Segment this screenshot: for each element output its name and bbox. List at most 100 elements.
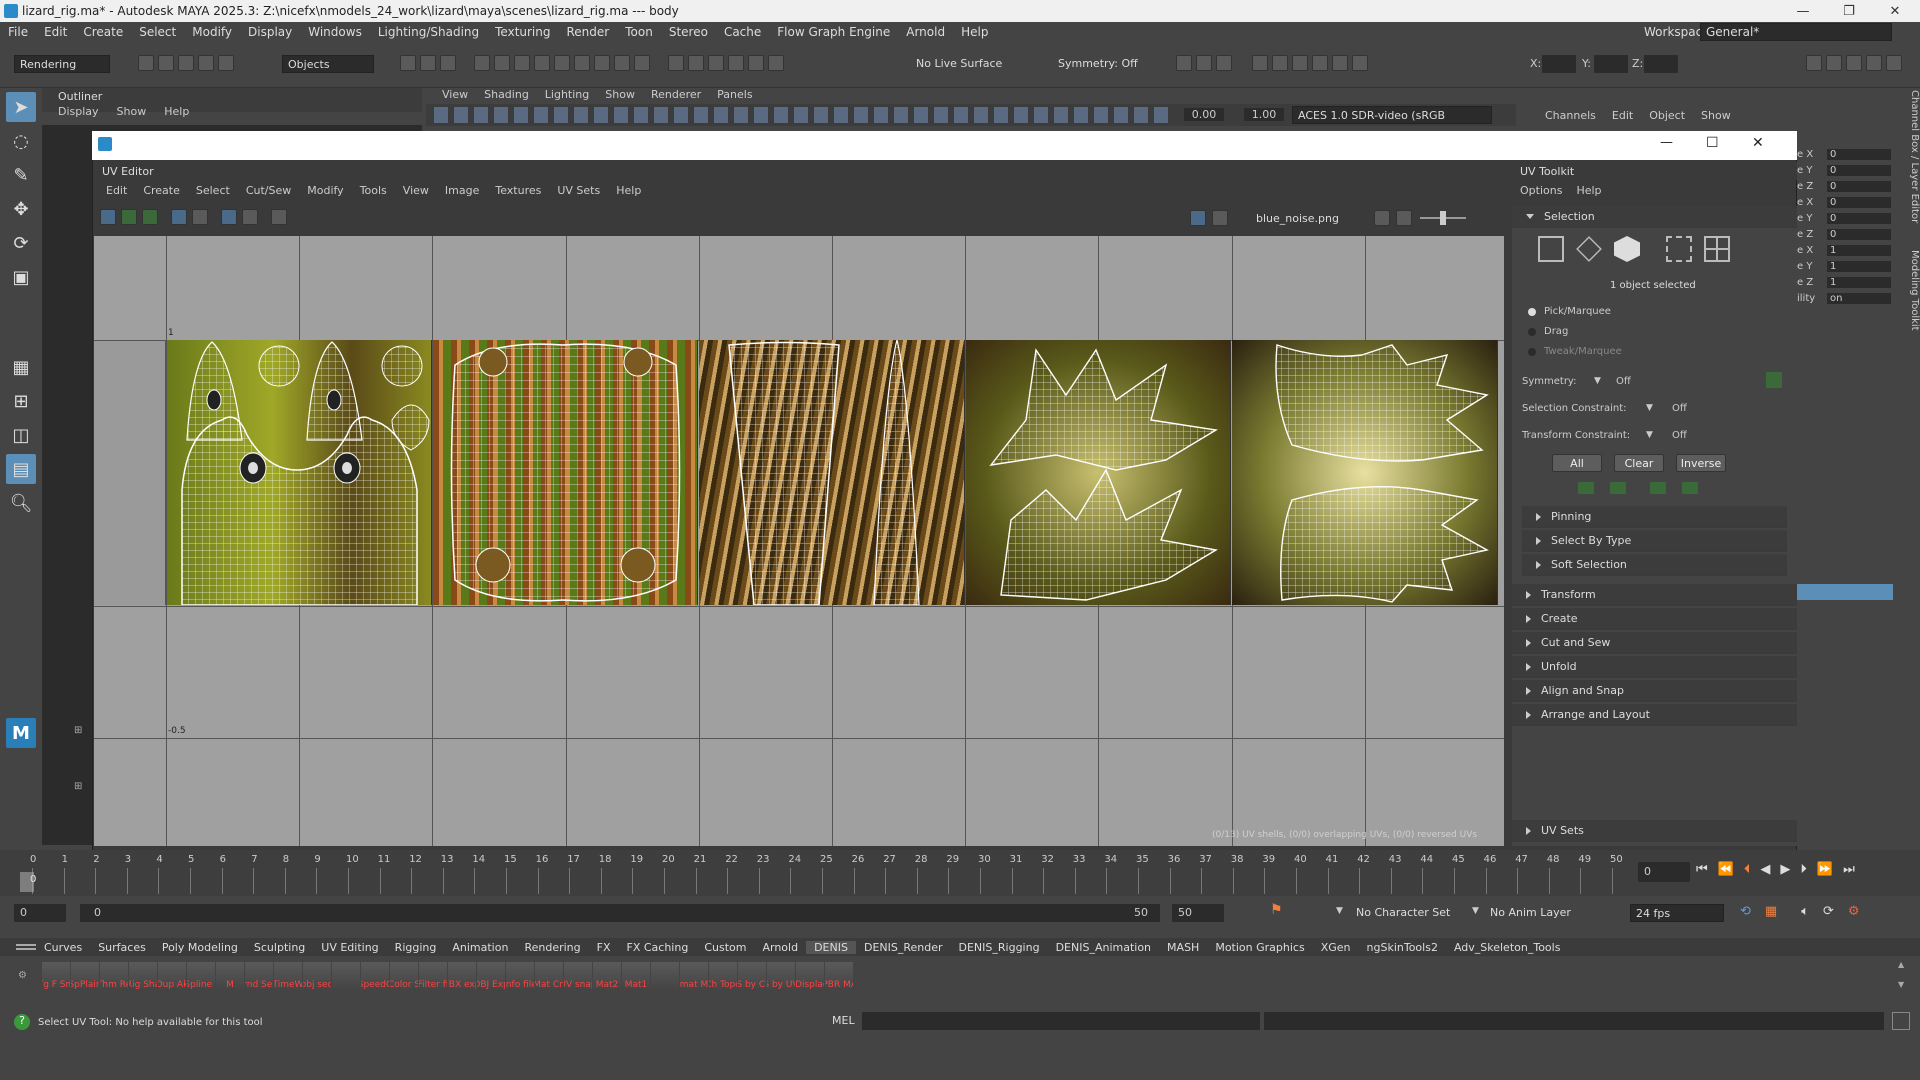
display-image-icon[interactable] <box>1190 210 1206 226</box>
shelf-tab-denis[interactable]: DENIS <box>806 940 856 954</box>
menu-cache[interactable]: Cache <box>716 25 769 39</box>
ipr-icon[interactable] <box>1292 55 1308 71</box>
current-frame-field[interactable]: 0 <box>1638 862 1690 882</box>
arrange-and-layout-section[interactable]: Arrange and Layout <box>1512 704 1797 726</box>
batch-render-icon[interactable] <box>1272 55 1288 71</box>
close-button[interactable]: ✕ <box>1872 0 1918 22</box>
anim-layer-arrow[interactable]: ▼ <box>1472 906 1479 916</box>
anim-layer-value[interactable]: No Anim Layer <box>1490 906 1571 919</box>
shelf-tool-button[interactable]: Thm Re <box>100 962 128 990</box>
uv-menu-help[interactable]: Help <box>608 184 649 197</box>
uv-menu-textures[interactable]: Textures <box>487 184 549 197</box>
current-frame-marker[interactable] <box>20 872 34 892</box>
soft-selection-section[interactable]: Soft Selection <box>1522 554 1787 576</box>
menu-flow-graph-engine[interactable]: Flow Graph Engine <box>769 25 898 39</box>
image-slider[interactable] <box>1420 211 1466 225</box>
tail-uv-shell[interactable] <box>699 340 965 605</box>
snap-curve-icon[interactable] <box>494 55 510 71</box>
shelf-tool-button[interactable]: Mat Cn <box>535 962 563 990</box>
checker-pattern-icon[interactable] <box>1212 210 1228 226</box>
create-section[interactable]: Create <box>1512 608 1797 630</box>
four-view-layout-icon[interactable]: ⊞ <box>6 386 36 416</box>
search-icon[interactable]: 🔍︎ <box>6 488 36 518</box>
channel-row[interactable]: e Y1 <box>1797 258 1897 274</box>
script-editor-icon[interactable] <box>1892 1012 1910 1030</box>
menu-file[interactable]: File <box>0 25 36 39</box>
snap-grid-icon[interactable] <box>474 55 490 71</box>
construction-history-icon[interactable] <box>634 55 650 71</box>
menu-display[interactable]: Display <box>240 25 300 39</box>
shelf-tool-button[interactable]: SpeedC <box>361 962 389 990</box>
outliner-menu-display[interactable]: Display <box>58 105 99 118</box>
select-tool-icon[interactable]: ➤ <box>6 92 36 122</box>
lasso-tool-icon[interactable]: ◌ <box>6 126 36 156</box>
go-to-start-icon[interactable]: ⏮ <box>1696 862 1708 877</box>
grow-selection-icon[interactable] <box>1610 482 1626 494</box>
pivot-icon[interactable] <box>1216 55 1232 71</box>
symmetry-axis-icon[interactable] <box>1766 372 1782 388</box>
channel-row[interactable]: e X0 <box>1797 194 1897 210</box>
uv-menu-uv-sets[interactable]: UV Sets <box>549 184 608 197</box>
coord-y-field[interactable] <box>1594 55 1628 73</box>
uv-shaded-icon[interactable] <box>100 209 116 225</box>
snap-plane-icon[interactable] <box>534 55 550 71</box>
uv-checker-icon[interactable] <box>221 209 237 225</box>
channel-menu-channels[interactable]: Channels <box>1545 109 1596 122</box>
time-editor-icon[interactable]: ⟳ <box>1823 904 1834 919</box>
shelf-tab-motion-graphics[interactable]: Motion Graphics <box>1207 941 1312 954</box>
play-forwards-icon[interactable]: ▶ <box>1780 862 1790 877</box>
symmetry-dropdown-arrow[interactable]: ▼ <box>1594 376 1601 386</box>
channel-row[interactable]: e Y0 <box>1797 162 1897 178</box>
colorspace-dropdown[interactable]: ACES 1.0 SDR-video (sRGB <box>1292 106 1492 124</box>
snap-point-icon[interactable] <box>514 55 530 71</box>
undo-icon[interactable] <box>198 55 214 71</box>
play-backwards-icon[interactable]: ◀ <box>1760 862 1770 877</box>
anim-preferences-icon[interactable]: ⚙ <box>1848 904 1860 919</box>
symmetry-status[interactable]: Symmetry: Off <box>1058 57 1138 70</box>
uv-canvas[interactable]: 1 -0.5 (0/13) UV shells, (0/0) overlappi… <box>94 236 1504 846</box>
uv-face-mode-icon[interactable] <box>1666 236 1692 262</box>
viewport-menu-renderer[interactable]: Renderer <box>645 88 707 101</box>
render-view-icon[interactable] <box>748 55 764 71</box>
transform-section[interactable]: Transform <box>1512 584 1797 606</box>
ipr-render-icon[interactable] <box>688 55 704 71</box>
mode-tweak-marquee[interactable]: Tweak/Marquee <box>1528 346 1622 357</box>
snapshot-icon[interactable] <box>1196 55 1212 71</box>
shelf-tool-button[interactable]: Mat1 <box>622 962 650 990</box>
coord-x-field[interactable] <box>1542 55 1576 73</box>
step-back-key-icon[interactable]: ⏪ <box>1718 862 1734 877</box>
shelf-tab-sculpting[interactable]: Sculpting <box>246 941 313 954</box>
step-back-frame-icon[interactable]: ⏴ <box>1744 862 1751 877</box>
viewport-menu-shading[interactable]: Shading <box>478 88 535 101</box>
menu-help[interactable]: Help <box>953 25 996 39</box>
uv-grid-icon[interactable] <box>171 209 187 225</box>
shelf-tab-adv-skeleton-tools[interactable]: Adv_Skeleton_Tools <box>1446 941 1569 954</box>
shelf-tool-button[interactable]: Rig Sha <box>129 962 157 990</box>
exposure-field[interactable]: 1.00 <box>1244 108 1284 121</box>
script-language-label[interactable]: MEL <box>832 1014 855 1027</box>
select-all-button[interactable]: All <box>1552 454 1602 472</box>
uv-sets-section[interactable]: UV Sets <box>1512 820 1797 842</box>
channel-row[interactable]: e Z0 <box>1797 226 1897 242</box>
shelf-tool-button[interactable]: mat M <box>680 962 708 990</box>
channel-row[interactable]: e X0 <box>1797 146 1897 162</box>
menu-lighting-shading[interactable]: Lighting/Shading <box>370 25 487 39</box>
shelf-tab-animation[interactable]: Animation <box>444 941 516 954</box>
shelf-tool-button[interactable]: Spline I <box>187 962 215 990</box>
shelf-tool-button[interactable]: APBR MAT <box>825 962 853 990</box>
shelf-tab-rendering[interactable]: Rendering <box>516 941 588 954</box>
shelf-tab-poly-modeling[interactable]: Poly Modeling <box>154 941 246 954</box>
shelf-tool-button[interactable]: SpPlain <box>71 962 99 990</box>
snap-view-icon[interactable] <box>574 55 590 71</box>
shelf-tab-fx[interactable]: FX <box>589 941 619 954</box>
step-forward-frame-icon[interactable]: ⏵ <box>1800 862 1807 877</box>
uv-layout-icon[interactable]: ▤ <box>6 454 36 484</box>
coord-z-field[interactable] <box>1644 55 1678 73</box>
two-pane-layout-icon[interactable]: ◫ <box>6 420 36 450</box>
shelf-tool-button[interactable]: Filter fi <box>419 962 447 990</box>
clear-selection-button[interactable]: Clear <box>1614 454 1664 472</box>
workspace-dropdown[interactable]: General* <box>1700 23 1892 41</box>
uv-edge-mode-icon[interactable] <box>1576 236 1602 262</box>
unfold-section[interactable]: Unfold <box>1512 656 1797 678</box>
pinning-section[interactable]: Pinning <box>1522 506 1787 528</box>
